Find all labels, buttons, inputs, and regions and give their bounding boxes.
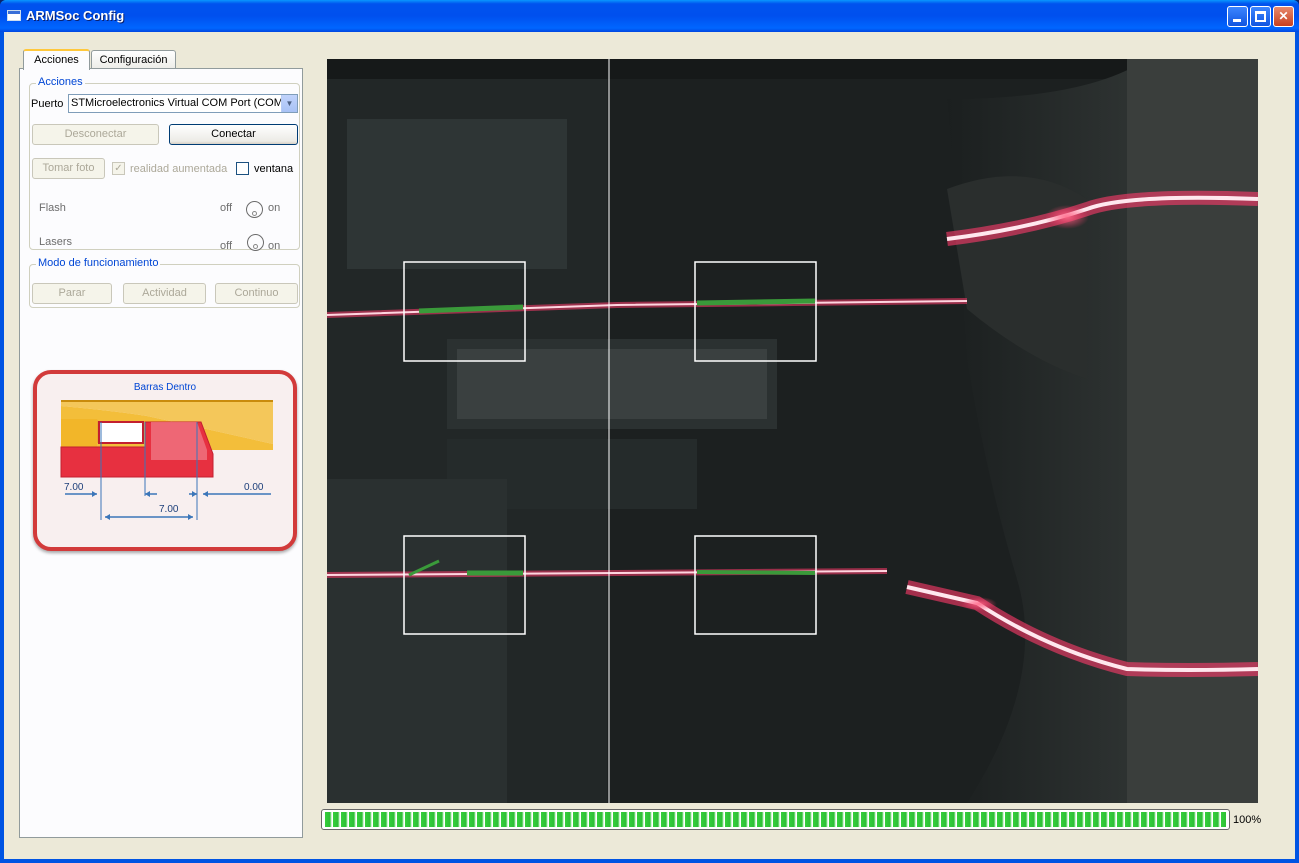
indicator-left-value: 7.00: [64, 482, 84, 493]
lasers-label: Lasers: [39, 236, 73, 248]
stop-button[interactable]: Parar: [32, 283, 112, 304]
window-checkbox[interactable]: [236, 162, 249, 175]
progress-label: 100%: [1233, 814, 1262, 826]
app-icon: [7, 10, 21, 21]
flash-dial[interactable]: [246, 201, 263, 218]
maximize-button[interactable]: [1250, 6, 1271, 27]
progress-bar: [321, 809, 1230, 830]
tab-configuracion[interactable]: Configuración: [91, 50, 176, 70]
minimize-icon: [1233, 19, 1241, 22]
lasers-dial[interactable]: [247, 234, 264, 251]
maximize-icon: [1255, 11, 1266, 22]
minimize-button[interactable]: [1227, 6, 1248, 27]
port-select[interactable]: STMicroelectronics Virtual COM Port (COM…: [68, 94, 298, 113]
title-bar[interactable]: ARMSoc Config ✕: [0, 0, 1299, 32]
camera-view[interactable]: [327, 59, 1258, 803]
chevron-down-icon[interactable]: ▼: [281, 95, 297, 112]
close-icon: ✕: [1278, 9, 1289, 23]
take-photo-button[interactable]: Tomar foto: [32, 158, 105, 179]
acciones-group-label: Acciones: [36, 76, 85, 88]
window-label: ventana: [254, 163, 294, 175]
port-label: Puerto: [31, 98, 64, 110]
modo-group-label: Modo de funcionamiento: [36, 257, 161, 269]
port-select-value: STMicroelectronics Virtual COM Port (COM…: [71, 97, 293, 109]
indicator-middle-value: 7.00: [159, 504, 179, 515]
progress-fill: [325, 812, 1226, 827]
indicator-right-value: 0.00: [244, 482, 264, 493]
lasers-off-label: off: [220, 240, 233, 252]
lasers-on-label: on: [268, 240, 281, 252]
camera-image: [327, 59, 1258, 803]
close-button[interactable]: ✕: [1273, 6, 1294, 27]
window-title: ARMSoc Config: [26, 8, 125, 23]
flash-on-label: on: [268, 202, 281, 214]
flash-off-label: off: [220, 202, 233, 214]
augmented-reality-checkbox[interactable]: ✓: [112, 162, 125, 175]
flash-label: Flash: [39, 202, 66, 214]
bars-diagram: [60, 400, 273, 520]
activity-button[interactable]: Actividad: [123, 283, 206, 304]
bars-indicator: Barras Dentro 7.00 7.00 0.00: [33, 370, 297, 551]
connect-button[interactable]: Conectar: [169, 124, 298, 145]
tab-acciones[interactable]: Acciones: [23, 49, 90, 70]
continuous-button[interactable]: Continuo: [215, 283, 298, 304]
augmented-reality-label: realidad aumentada: [130, 163, 228, 175]
disconnect-button[interactable]: Desconectar: [32, 124, 159, 145]
